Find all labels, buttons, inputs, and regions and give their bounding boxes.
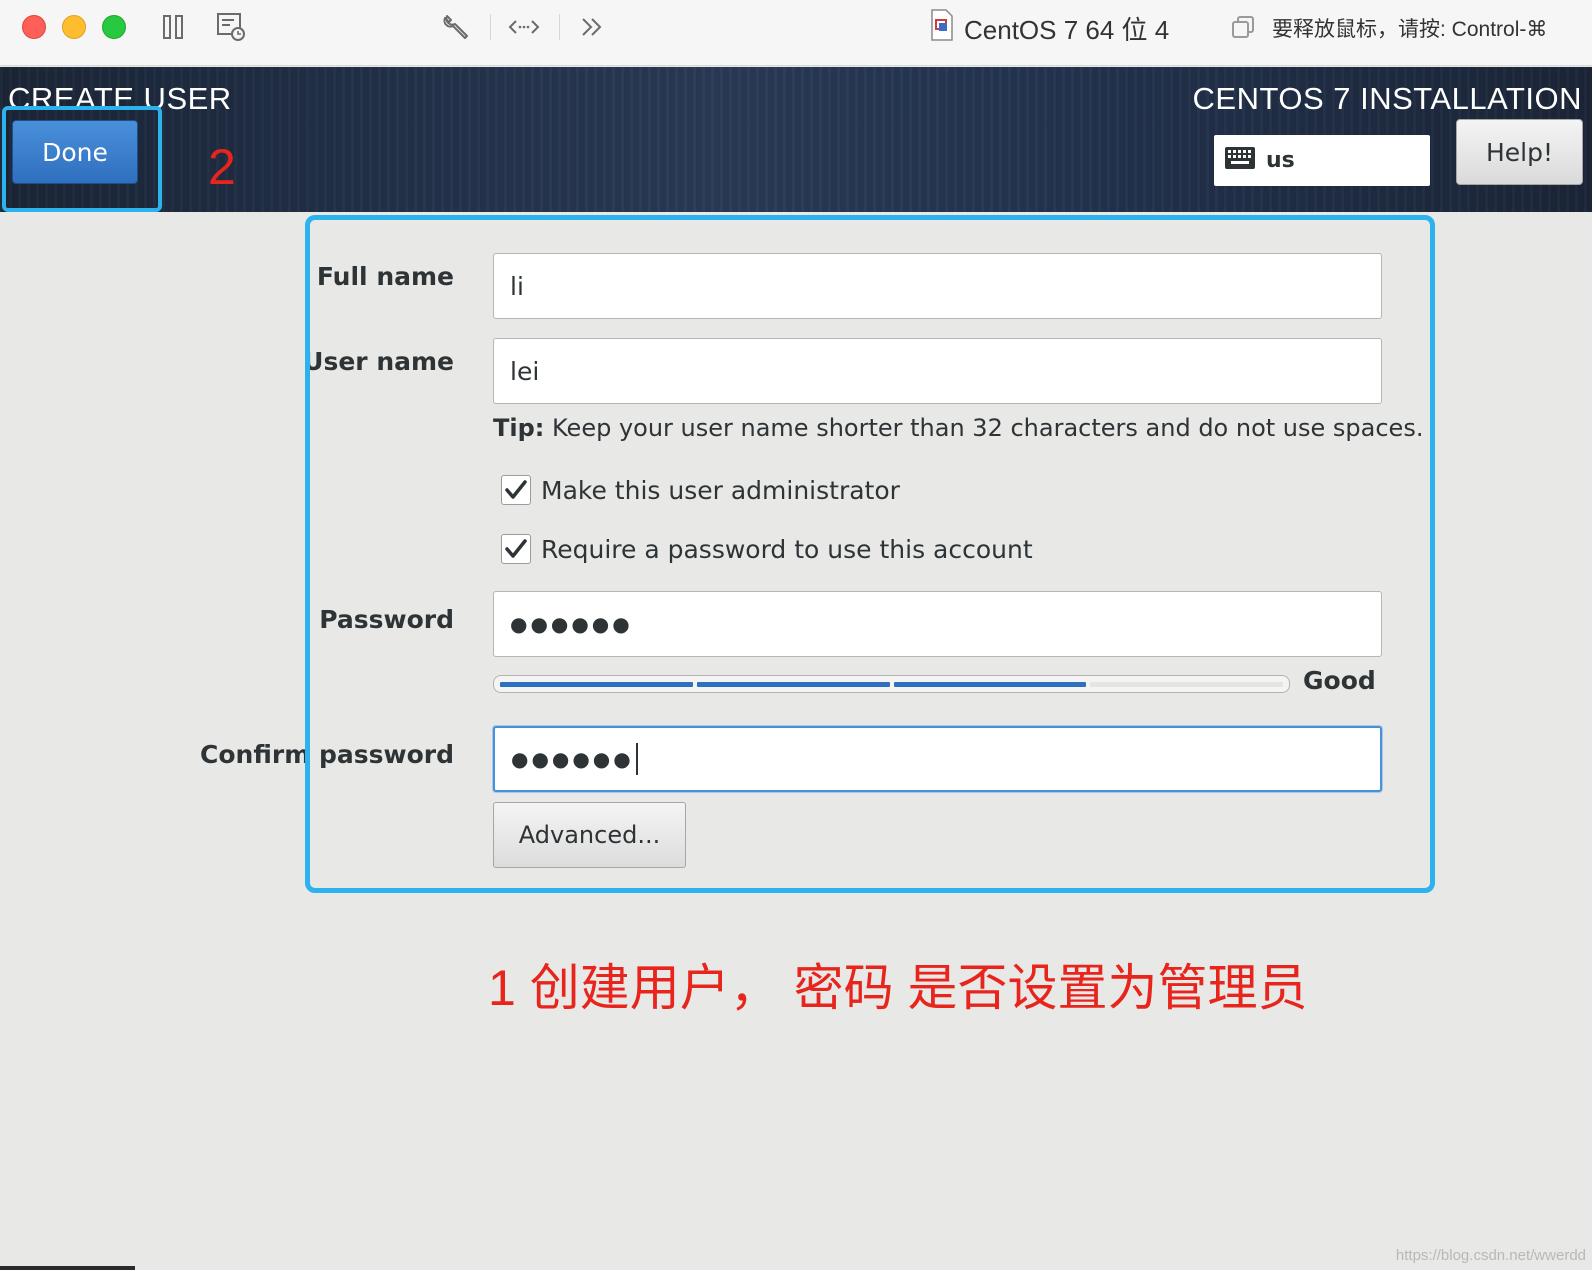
product-title: CENTOS 7 INSTALLATION xyxy=(1192,81,1582,116)
host-toolbar: CentOS 7 64 位 4 要释放鼠标，请按: Control-⌘ xyxy=(0,0,1592,66)
password-field[interactable]: ●●●●●● xyxy=(493,591,1382,657)
confirm-password-field[interactable]: ●●●●●● xyxy=(493,726,1382,792)
step-1-annotation: 1 创建用户， 密码 是否设置为管理员 xyxy=(488,960,1308,1016)
help-button[interactable]: Help! xyxy=(1456,119,1583,185)
tip-prefix: Tip: xyxy=(493,414,545,442)
admin-checkbox[interactable] xyxy=(501,475,531,505)
user-name-label: User name xyxy=(303,347,454,376)
full-name-value: li xyxy=(510,271,524,301)
keyboard-icon xyxy=(1224,146,1256,176)
tip-text: Keep your user name shorter than 32 char… xyxy=(544,414,1424,442)
step-2-annotation: 2 xyxy=(208,139,236,195)
password-masked-value: ●●●●●● xyxy=(510,612,633,636)
toolbar-divider xyxy=(490,14,491,40)
keyboard-layout-label: us xyxy=(1266,148,1295,173)
vm-title-text: CentOS 7 64 位 4 xyxy=(964,14,1170,45)
advanced-button[interactable]: Advanced... xyxy=(493,802,686,868)
pause-icon[interactable] xyxy=(158,12,188,42)
checkmark-icon xyxy=(505,480,527,499)
done-highlight-box xyxy=(2,106,162,212)
password-label: Password xyxy=(319,605,454,634)
bottom-edge-strip xyxy=(0,1266,135,1270)
user-name-field[interactable]: lei xyxy=(493,338,1382,404)
require-password-checkbox-row[interactable]: Require a password to use this account xyxy=(501,534,1033,564)
admin-checkbox-row[interactable]: Make this user administrator xyxy=(501,475,900,505)
strength-segment xyxy=(893,682,1087,687)
vm-title: CentOS 7 64 位 4 xyxy=(930,8,1170,48)
user-name-tip: Tip: Keep your user name shorter than 32… xyxy=(493,414,1423,442)
window-copy-icon[interactable] xyxy=(1228,12,1258,42)
admin-checkbox-label: Make this user administrator xyxy=(541,475,900,505)
user-name-value: lei xyxy=(510,356,540,386)
checkmark-icon xyxy=(505,539,527,558)
full-name-label: Full name xyxy=(316,262,454,291)
text-caret xyxy=(635,743,638,775)
strength-segment xyxy=(500,682,693,687)
spoke-header: CREATE USER CENTOS 7 INSTALLATION Done u… xyxy=(0,67,1592,212)
chevron-double-right-icon[interactable] xyxy=(577,12,607,42)
password-strength-label: Good xyxy=(1303,666,1376,695)
code-arrows-icon[interactable] xyxy=(506,12,542,42)
wrench-icon[interactable] xyxy=(440,12,472,42)
full-name-field[interactable]: li xyxy=(493,253,1382,319)
vm-document-icon xyxy=(930,8,954,48)
toolbar-divider xyxy=(559,14,560,40)
release-mouse-hint: 要释放鼠标，请按: Control-⌘ xyxy=(1272,18,1548,41)
password-strength-meter xyxy=(493,675,1290,693)
strength-segment xyxy=(696,682,890,687)
strength-segment xyxy=(1090,682,1283,687)
keyboard-layout-indicator[interactable]: us xyxy=(1214,135,1430,186)
watermark: https://blog.csdn.net/wwerdd xyxy=(1395,1247,1586,1264)
snapshot-icon[interactable] xyxy=(214,12,248,42)
require-password-checkbox[interactable] xyxy=(501,534,531,564)
close-window-button[interactable] xyxy=(22,15,46,39)
confirm-password-masked-value: ●●●●●● xyxy=(511,747,634,771)
minimize-window-button[interactable] xyxy=(62,15,86,39)
require-password-label: Require a password to use this account xyxy=(541,534,1033,564)
confirm-password-label: Confirm password xyxy=(200,740,454,769)
zoom-window-button[interactable] xyxy=(102,15,126,39)
